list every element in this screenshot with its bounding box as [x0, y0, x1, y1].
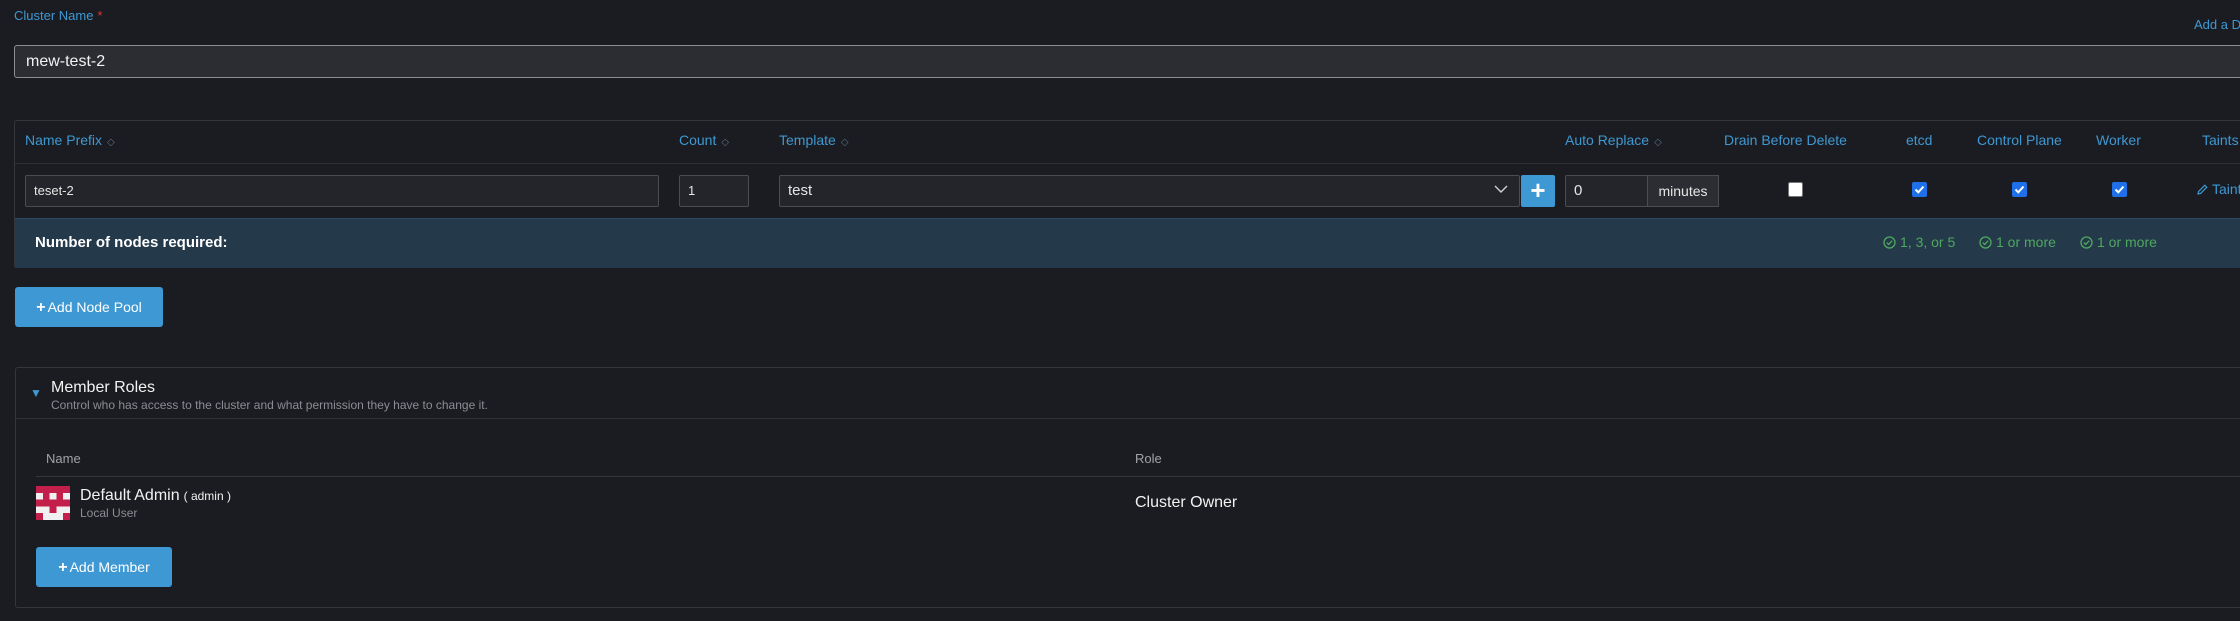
worker-requirement-text: 1 or more: [2097, 234, 2157, 250]
count-input[interactable]: 1: [679, 175, 749, 207]
member-roles-divider: [15, 418, 2240, 419]
etcd-requirement-text: 1, 3, or 5: [1900, 234, 1956, 250]
add-member-label: Add Member: [69, 559, 150, 575]
member-type: Local User: [80, 506, 138, 520]
edit-taints-label: Taints: [2212, 181, 2240, 197]
check-circle-icon: [1883, 236, 1896, 249]
avatar-icon: [36, 486, 70, 520]
column-header-role: Role: [1135, 451, 1162, 466]
header-name-prefix[interactable]: Name Prefix ◇: [25, 132, 115, 148]
nodes-required-label: Number of nodes required:: [35, 234, 228, 251]
member-name: Default Admin( admin ): [80, 487, 231, 505]
header-taints: Taints: [2202, 132, 2239, 148]
header-template[interactable]: Template ◇: [779, 132, 848, 148]
plus-icon: +: [36, 299, 46, 316]
member-role[interactable]: Cluster Owner: [1135, 494, 1237, 512]
header-auto-replace[interactable]: Auto Replace ◇: [1565, 132, 1662, 148]
header-worker: Worker: [2096, 132, 2141, 148]
check-icon: [2114, 185, 2125, 194]
plus-icon: +: [58, 559, 68, 576]
add-template-button[interactable]: +: [1521, 175, 1555, 207]
edit-taints-link[interactable]: Taints: [2196, 181, 2240, 197]
plus-icon: +: [1530, 175, 1546, 205]
check-circle-icon: [1979, 236, 1992, 249]
required-mark: *: [97, 8, 103, 23]
sort-icon: ◇: [721, 137, 729, 148]
etcd-checkbox[interactable]: [1912, 182, 1927, 197]
sort-icon: ◇: [840, 137, 849, 148]
add-description-link[interactable]: Add a Description: [2194, 17, 2240, 32]
template-select[interactable]: test: [779, 175, 1520, 207]
pencil-icon: [2197, 184, 2208, 195]
worker-checkbox[interactable]: [2112, 182, 2127, 197]
auto-replace-unit: minutes: [1647, 175, 1719, 207]
control-plane-requirement: 1 or more: [1979, 234, 2056, 250]
add-node-pool-label: Add Node Pool: [47, 299, 142, 315]
cluster-name-label-text: Cluster Name: [14, 8, 94, 23]
cluster-name-label: Cluster Name *: [14, 8, 103, 23]
check-icon: [2014, 185, 2025, 194]
control-plane-requirement-text: 1 or more: [1996, 234, 2056, 250]
member-name-text: Default Admin: [80, 487, 180, 504]
chevron-down-icon: [1494, 185, 1508, 193]
worker-requirement: 1 or more: [2080, 234, 2157, 250]
check-icon: [1914, 185, 1925, 194]
auto-replace-input[interactable]: 0: [1565, 175, 1648, 207]
header-name-prefix-label: Name Prefix: [25, 132, 103, 148]
member-tag: ( admin ): [183, 489, 231, 503]
sort-icon: ◇: [107, 137, 115, 148]
header-etcd: etcd: [1906, 132, 1933, 148]
member-roles-subtitle: Control who has access to the cluster an…: [51, 398, 488, 412]
header-divider: [15, 163, 2240, 164]
header-drain-before-delete: Drain Before Delete: [1724, 132, 1847, 148]
control-plane-checkbox[interactable]: [2012, 182, 2027, 197]
column-header-name: Name: [46, 451, 81, 466]
cluster-name-input[interactable]: mew-test-2: [14, 45, 2240, 78]
check-circle-icon: [2080, 236, 2093, 249]
add-node-pool-button[interactable]: + Add Node Pool: [15, 287, 163, 327]
header-count[interactable]: Count ◇: [679, 132, 729, 148]
etcd-requirement: 1, 3, or 5: [1883, 234, 1955, 250]
member-table-divider: [36, 476, 2240, 477]
member-roles-title[interactable]: Member Roles: [51, 379, 155, 397]
header-control-plane: Control Plane: [1977, 132, 2062, 148]
caret-down-icon[interactable]: ▼: [30, 386, 42, 400]
sort-icon: ◇: [1654, 137, 1662, 148]
header-count-label: Count: [679, 132, 717, 148]
header-auto-replace-label: Auto Replace: [1565, 132, 1650, 148]
name-prefix-input[interactable]: teset-2: [25, 175, 659, 207]
drain-before-delete-checkbox[interactable]: [1788, 182, 1803, 197]
add-member-button[interactable]: + Add Member: [36, 547, 172, 587]
header-template-label: Template: [779, 132, 836, 148]
